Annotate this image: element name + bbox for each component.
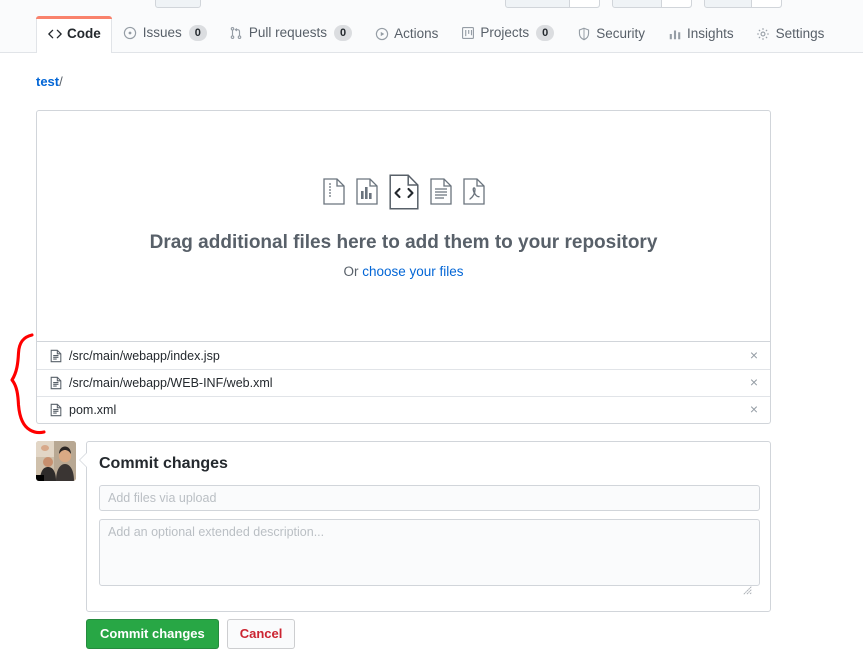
project-icon — [460, 25, 475, 40]
tab-issues-count: 0 — [188, 24, 207, 41]
play-icon — [374, 26, 389, 41]
github-upload-page: Code Issues 0 Pull requests 0 Actions Pr… — [0, 0, 863, 665]
dropzone-or-text: Or — [343, 263, 363, 279]
graph-icon — [667, 26, 682, 41]
commit-actions: Commit changes Cancel — [86, 619, 296, 649]
dropzone-title: Drag additional files here to add them t… — [149, 231, 658, 253]
file-icon — [50, 403, 62, 417]
tab-insights[interactable]: Insights — [656, 16, 745, 52]
tab-projects-label: Projects — [480, 25, 530, 41]
code-file-icon — [388, 173, 419, 210]
commit-summary-input[interactable] — [99, 485, 760, 511]
tab-security-label: Security — [596, 25, 646, 41]
pull-request-icon — [229, 25, 244, 40]
file-path: /src/main/webapp/WEB-INF/web.xml — [69, 376, 273, 390]
tab-settings[interactable]: Settings — [745, 16, 836, 52]
tab-actions-label: Actions — [394, 25, 439, 41]
table-row: /src/main/webapp/index.jsp × — [37, 342, 770, 369]
tab-code[interactable]: Code — [36, 16, 112, 53]
shield-icon — [576, 26, 591, 41]
breadcrumb: test/ — [36, 74, 63, 89]
tab-actions[interactable]: Actions — [363, 16, 449, 52]
repo-visibility-badge — [155, 0, 201, 8]
archive-file-icon — [322, 178, 345, 205]
watch-count — [569, 0, 599, 7]
tab-pull-requests[interactable]: Pull requests 0 — [218, 15, 363, 52]
spreadsheet-file-icon — [355, 178, 378, 205]
tab-code-label: Code — [67, 25, 101, 41]
star-count — [661, 0, 691, 7]
remove-file-button[interactable]: × — [746, 402, 762, 418]
remove-file-button[interactable]: × — [746, 375, 762, 391]
text-file-icon — [429, 178, 452, 205]
tab-issues[interactable]: Issues 0 — [112, 15, 218, 52]
file-path: /src/main/webapp/index.jsp — [69, 348, 220, 363]
gear-icon — [756, 26, 771, 41]
file-path: pom.xml — [69, 403, 117, 417]
avatar-image — [36, 441, 76, 481]
repo-nav-tabbar: Code Issues 0 Pull requests 0 Actions Pr… — [0, 9, 863, 53]
breadcrumb-repo-link[interactable]: test — [36, 74, 59, 89]
fork-button[interactable] — [704, 0, 782, 8]
star-button[interactable] — [612, 0, 692, 8]
tab-security[interactable]: Security — [565, 16, 656, 52]
table-row: /src/main/webapp/WEB-INF/web.xml × — [37, 369, 770, 396]
pdf-file-icon — [462, 178, 485, 205]
breadcrumb-separator: / — [59, 74, 63, 89]
tab-settings-label: Settings — [775, 25, 825, 41]
commit-changes-button[interactable]: Commit changes — [86, 619, 219, 649]
uploaded-file-list: /src/main/webapp/index.jsp × /src/main/w… — [36, 342, 771, 424]
code-icon — [47, 26, 62, 41]
file-icon — [50, 349, 62, 362]
dropzone-subtitle: Or choose your files — [343, 264, 463, 279]
repo-header-strip — [0, 0, 863, 9]
tab-issues-label: Issues — [142, 25, 182, 41]
choose-files-link[interactable]: choose your files — [362, 264, 463, 279]
tab-insights-label: Insights — [687, 25, 734, 41]
commit-description-textarea[interactable] — [99, 519, 760, 586]
commit-heading: Commit changes — [99, 455, 228, 472]
watch-button[interactable] — [505, 0, 600, 8]
tab-pull-requests-label: Pull requests — [248, 25, 327, 41]
fork-count — [751, 0, 781, 7]
tab-projects-count: 0 — [536, 24, 555, 41]
remove-file-button[interactable]: × — [746, 347, 762, 364]
issue-icon — [123, 25, 138, 40]
commit-changes-panel: Commit changes — [79, 441, 771, 612]
cancel-button[interactable]: Cancel — [226, 619, 296, 649]
file-dropzone[interactable]: Drag additional files here to add them t… — [36, 110, 771, 342]
table-row: pom.xml × — [37, 396, 770, 423]
avatar — [36, 441, 76, 481]
file-type-icon-group — [322, 173, 485, 210]
tab-pull-requests-count: 0 — [333, 24, 353, 41]
file-icon — [50, 376, 62, 390]
tab-projects[interactable]: Projects 0 — [449, 15, 565, 52]
repo-nav-tabs: Code Issues 0 Pull requests 0 Actions Pr… — [36, 15, 836, 53]
resize-grip-icon[interactable] — [743, 586, 752, 595]
